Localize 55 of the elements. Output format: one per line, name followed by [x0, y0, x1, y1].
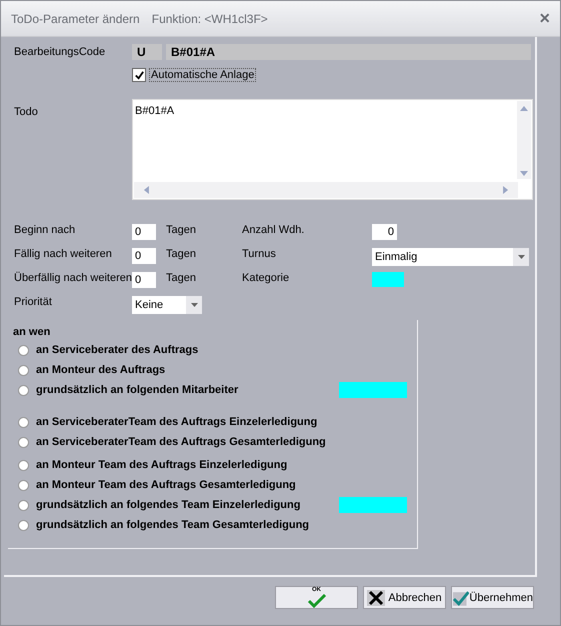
todo-field[interactable]: B#01#A [132, 99, 533, 200]
mode-field: U [132, 44, 162, 60]
radio-button[interactable] [18, 436, 29, 448]
repeat-field[interactable]: 0 [372, 224, 397, 240]
vertical-scrollbar[interactable] [517, 101, 531, 179]
check-icon [452, 588, 470, 606]
checkbox[interactable] [132, 68, 146, 82]
field-label: Kategorie [242, 272, 290, 284]
days-field[interactable]: 0 [132, 248, 156, 264]
radio-label[interactable]: an Monteur Team des Auftrags Gesamterledigung [36, 479, 296, 491]
cancel-button[interactable]: Abbrechen [363, 586, 446, 609]
radio-button[interactable] [18, 460, 29, 470]
field-label: BearbeitungsCode [14, 46, 106, 58]
radio-label[interactable]: an ServiceberaterTeam des Auftrags Gesamterledigung [36, 436, 326, 448]
field-label: Todo [14, 106, 39, 120]
radio-label[interactable]: an ServiceberaterTeam des Auftrags Einzelerledigung [36, 416, 318, 428]
radio-label[interactable]: grundsätzlich an folgendes Team Gesamterledigung [36, 519, 310, 531]
window-subtitle: Funktion: <WH1cl3F> [152, 12, 268, 26]
unit-label: Tagen [166, 224, 196, 236]
close-x-icon [367, 590, 386, 606]
field-label: Turnus [242, 248, 277, 260]
apply-button[interactable]: Übernehmen [451, 586, 534, 609]
radio-label[interactable]: an Serviceberater des Auftrags [36, 344, 198, 356]
field-label: Fällig nach weiteren [14, 248, 113, 260]
window-title: ToDo-Parameter ändern [11, 12, 140, 26]
category-color[interactable] [372, 272, 404, 287]
dropdown-icon [190, 303, 198, 307]
code-field: B#01#A [166, 44, 531, 60]
days-field[interactable]: 0 [132, 272, 156, 288]
radio-button[interactable] [18, 480, 29, 490]
radio-label[interactable]: an Monteur des Auftrags [36, 364, 166, 376]
radio-label[interactable]: grundsätzlich an folgendes Team Einzelerledigung [36, 499, 300, 511]
checkbox-label[interactable]: Automatische Anlage [149, 68, 256, 82]
close-button[interactable]: × [539, 8, 550, 29]
group-title: an wen [13, 326, 52, 338]
field-label: Priorität [14, 296, 53, 308]
radio-button[interactable] [18, 520, 29, 530]
radio-button[interactable] [18, 416, 29, 428]
selection-color[interactable] [339, 382, 407, 398]
selection-color[interactable] [339, 497, 407, 513]
unit-label: Tagen [166, 272, 196, 284]
radio-label[interactable]: grundsätzlich an folgenden Mitarbeiter [36, 384, 238, 396]
radio-button[interactable] [18, 364, 29, 376]
radio-button[interactable] [18, 384, 29, 396]
radio-button[interactable] [18, 500, 29, 510]
days-field[interactable]: 0 [132, 224, 156, 240]
dropdown-icon [518, 255, 524, 259]
field-label: Beginn nach [14, 224, 76, 236]
priority-dropdown[interactable]: Keine [132, 296, 202, 314]
turnus-dropdown[interactable]: Einmalig [372, 248, 529, 266]
radio-button[interactable] [18, 344, 29, 356]
unit-label: Tagen [166, 248, 196, 260]
field-label: Überfällig nach weiteren [14, 272, 132, 284]
field-label: Anzahl Wdh. [242, 224, 306, 236]
radio-label[interactable]: an Monteur Team des Auftrags Einzelerledigung [36, 459, 288, 471]
